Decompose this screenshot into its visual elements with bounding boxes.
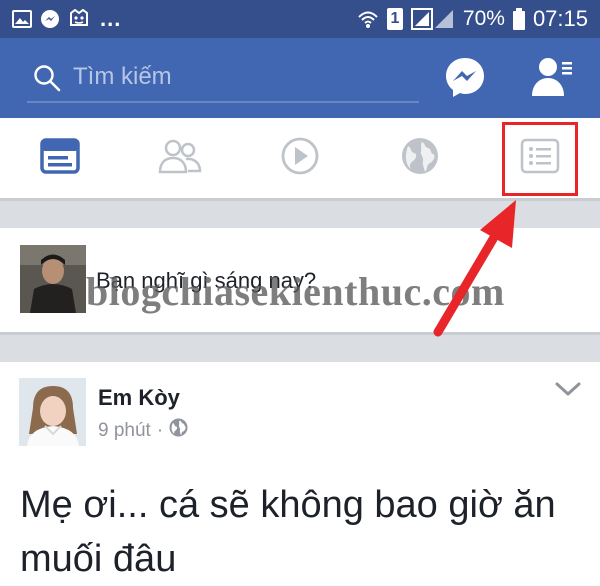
post-author-name[interactable]: Em Kòy: [98, 385, 180, 411]
feed-divider: [0, 332, 600, 362]
news-feed-icon: [40, 137, 80, 179]
system-icons: 1 70% 07:15: [357, 5, 588, 33]
composer-prompt: Bạn nghĩ gì sáng nay?: [96, 268, 317, 293]
notification-icons: ...: [12, 6, 122, 31]
chevron-down-icon: [554, 382, 582, 402]
status-bar: ... 1 70% 07:15: [0, 0, 600, 38]
friends-icon: [158, 138, 202, 179]
messenger-button[interactable]: [444, 56, 486, 98]
play-icon: [280, 136, 320, 181]
sim-badge: 1: [386, 8, 403, 30]
post-meta: 9 phút ·: [98, 418, 188, 443]
search-icon: [33, 64, 61, 97]
tab-news-feed[interactable]: [0, 118, 120, 198]
wifi-icon: [357, 8, 379, 30]
image-icon: [12, 10, 32, 28]
app-notif-icon: [68, 9, 90, 29]
post-text: Mẹ ơi... cá sẽ không bao giờ ăn muối đâu: [20, 484, 556, 580]
feed-divider: [0, 198, 600, 228]
messenger-notif-icon: [40, 9, 60, 29]
highlight-box: [502, 122, 578, 196]
search-bar[interactable]: [27, 55, 419, 103]
profile-menu-icon: [530, 58, 574, 102]
clock: 07:15: [532, 6, 588, 31]
search-input[interactable]: [73, 61, 403, 93]
post-time[interactable]: 9 phút: [98, 420, 151, 442]
avatar[interactable]: [20, 245, 86, 313]
messenger-icon: [444, 58, 486, 102]
globe-icon: [400, 136, 440, 181]
post-options-button[interactable]: [554, 380, 582, 398]
tab-notifications[interactable]: [360, 118, 480, 198]
app-header: [0, 38, 600, 118]
tab-watch[interactable]: [240, 118, 360, 198]
tab-friends[interactable]: [120, 118, 240, 198]
signal-icon: [410, 8, 455, 30]
post-author-avatar[interactable]: [19, 378, 86, 446]
profile-button[interactable]: [530, 54, 574, 98]
battery-percent: 70%: [462, 7, 505, 30]
sim-number: 1: [390, 10, 400, 27]
battery-icon: [512, 8, 525, 30]
globe-privacy-icon: [169, 418, 188, 443]
more-notifications: ...: [100, 6, 122, 31]
meta-separator: ·: [156, 419, 164, 441]
